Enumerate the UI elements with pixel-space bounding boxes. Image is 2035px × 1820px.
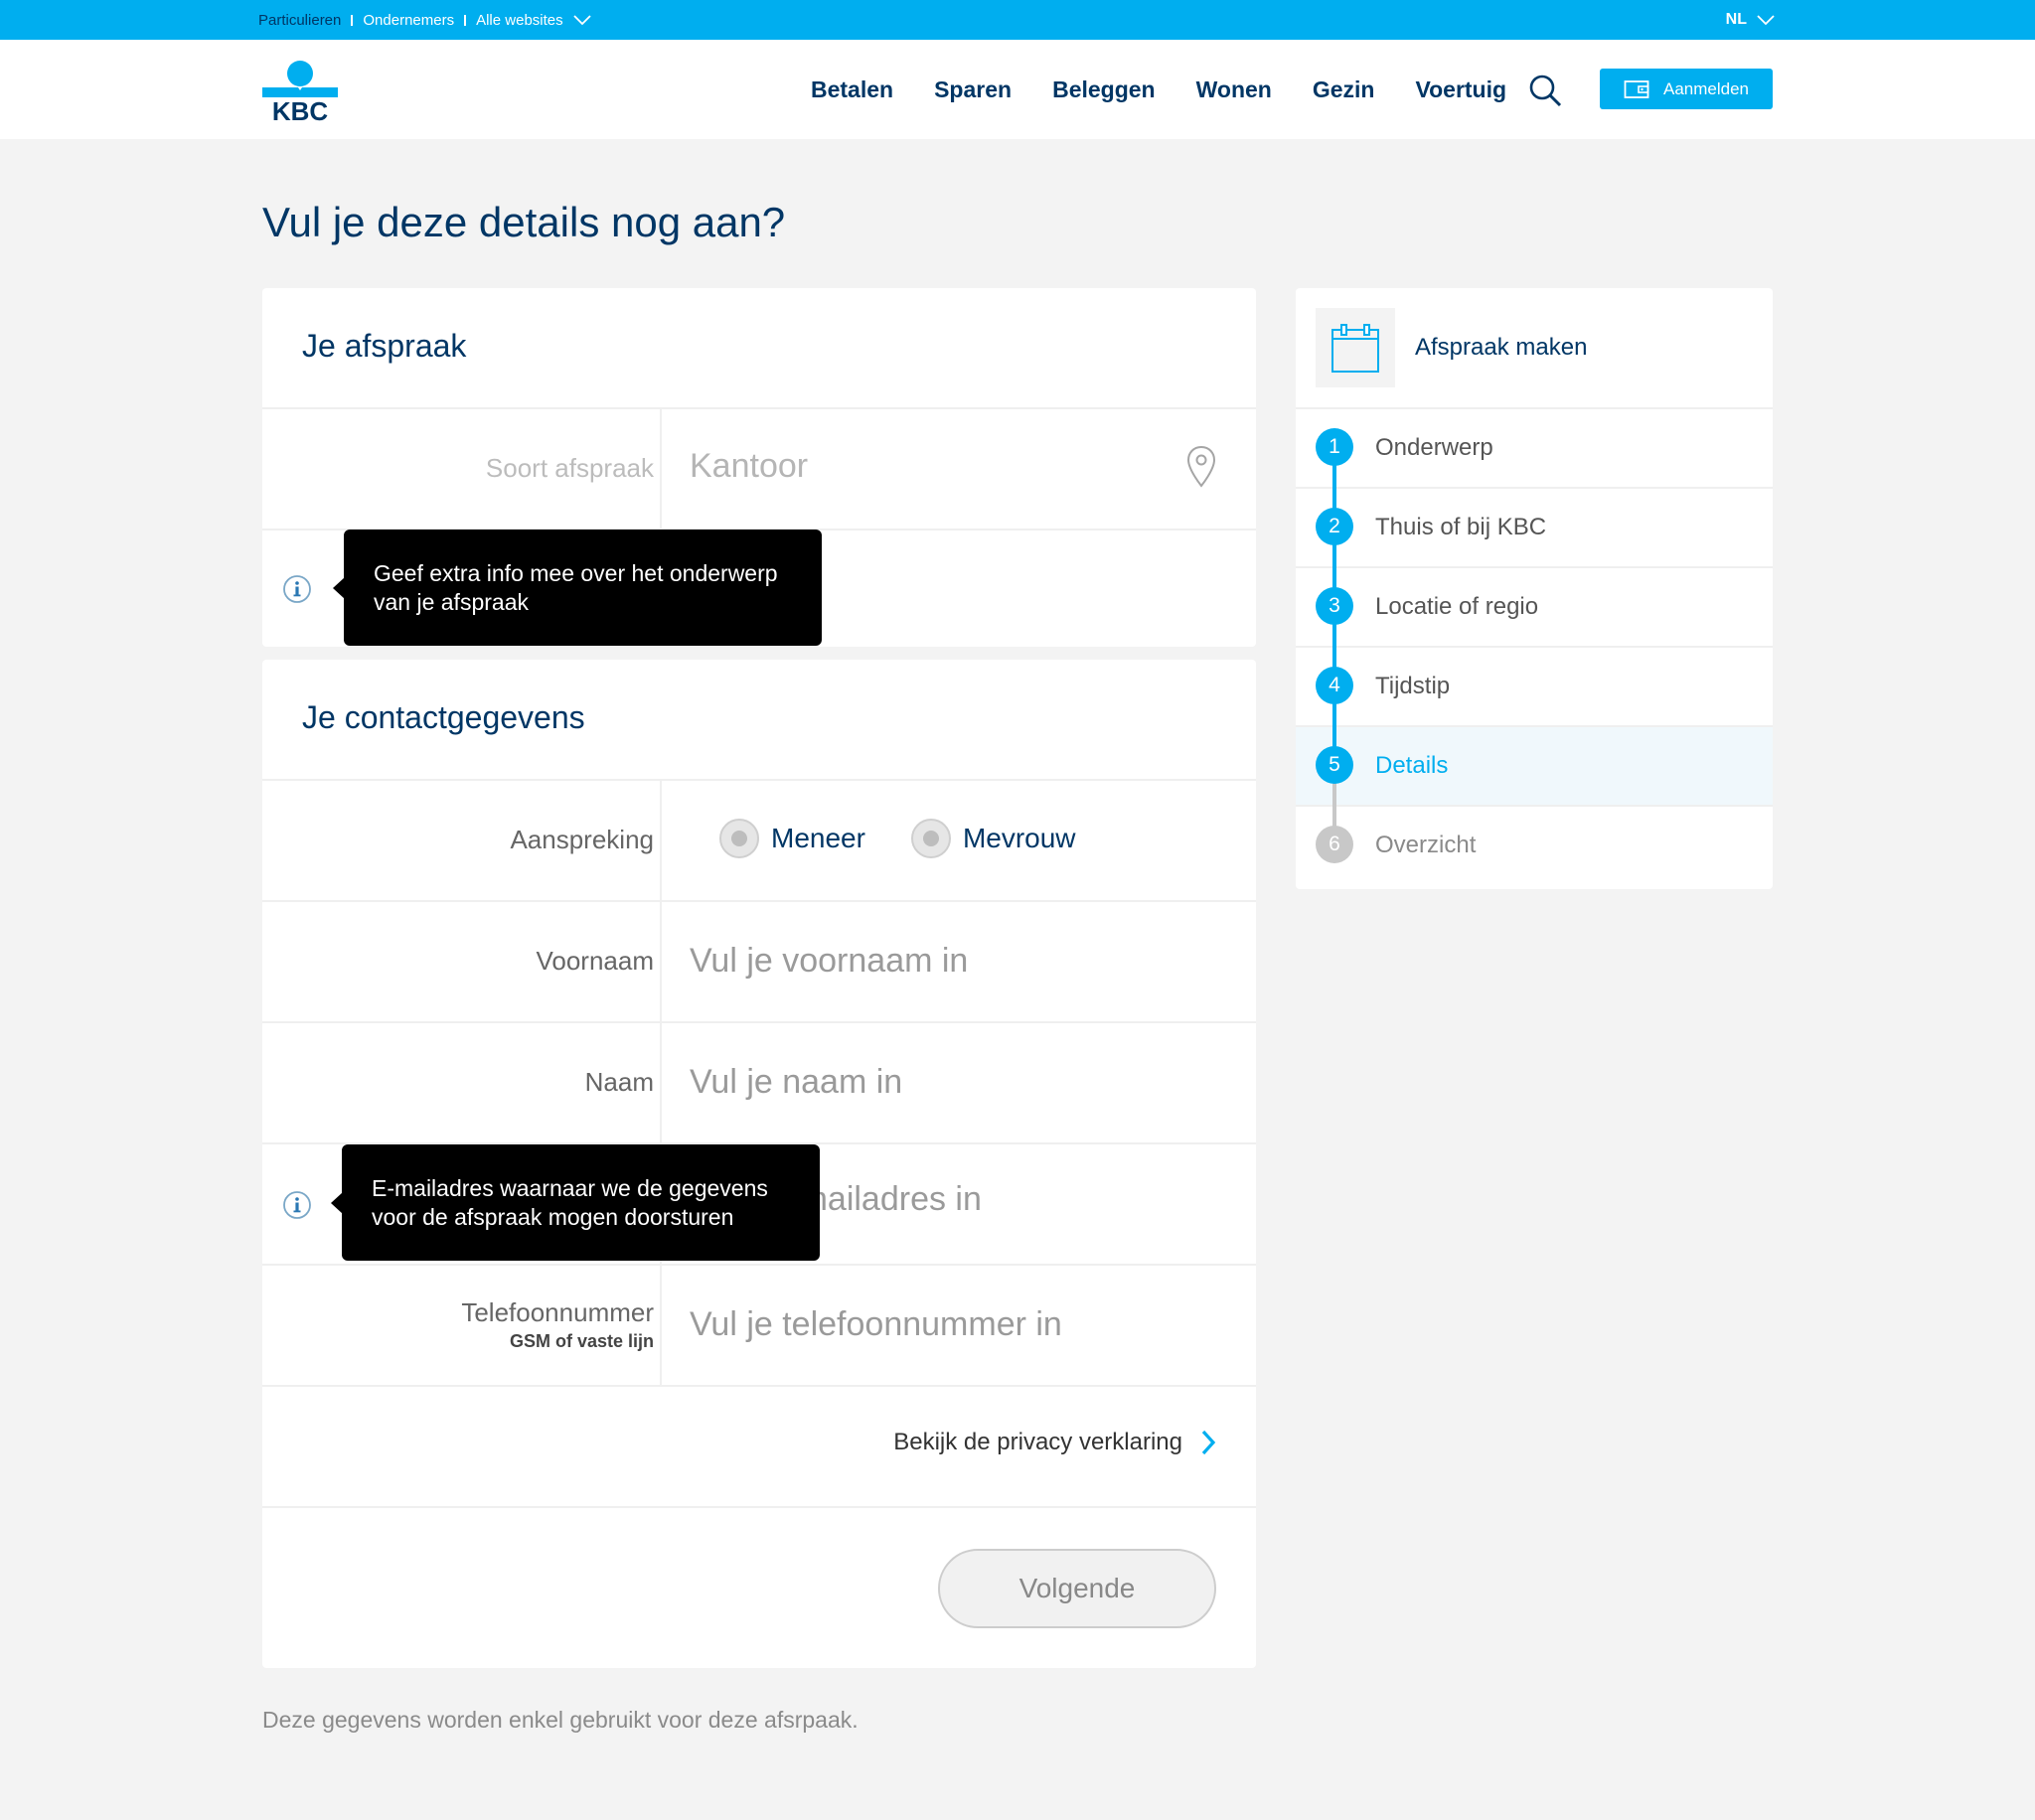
info-icon[interactable]: [282, 574, 312, 604]
email-input-placeholder[interactable]: nailadres in: [809, 1180, 1326, 1219]
location-pin-icon: [1186, 445, 1216, 488]
step-label: Onderwerp: [1375, 434, 1493, 461]
name-label: Naam: [584, 1067, 654, 1097]
steps-header: Afspraak maken: [1296, 288, 1773, 407]
nav-betalen[interactable]: Betalen: [811, 76, 893, 103]
divider: [262, 779, 1256, 781]
name-input[interactable]: [690, 1059, 1206, 1105]
step-number: 3: [1316, 587, 1353, 625]
audience-links: Particulieren Ondernemers Alle websites: [258, 0, 591, 40]
step-thuis-of-bij-kbc[interactable]: 2 Thuis of bij KBC: [1296, 487, 1773, 566]
step-onderwerp[interactable]: 1 Onderwerp: [1296, 407, 1773, 487]
calendar-icon: [1331, 324, 1379, 373]
radio-label: Meneer: [771, 823, 865, 853]
appointment-steps-panel: Afspraak maken 1 Onderwerp 2 Thuis of bi…: [1296, 288, 1773, 889]
main-header: KBC Betalen Sparen Beleggen Wonen Gezin …: [0, 40, 2035, 139]
page-title: Vul je deze details nog aan?: [262, 199, 786, 245]
step-label: Details: [1375, 752, 1449, 779]
nav-gezin[interactable]: Gezin: [1313, 76, 1375, 103]
step-number: 1: [1316, 428, 1353, 466]
privacy-footnote: Deze gegevens worden enkel gebruikt voor…: [262, 1707, 859, 1733]
salutation-label: Aanspreking: [510, 825, 654, 854]
next-button[interactable]: Volgende: [938, 1549, 1216, 1628]
divider: [262, 407, 1256, 409]
radio-button[interactable]: [910, 819, 951, 858]
step-label: Tijdstip: [1375, 673, 1451, 699]
step-label: Overzicht: [1375, 832, 1477, 858]
privacy-label: Bekijk de privacy verklaring: [893, 1429, 1182, 1455]
firstname-input[interactable]: [690, 938, 1206, 984]
link-particulieren[interactable]: Particulieren: [258, 12, 341, 29]
tooltip-line: E-mailadres waarnaar we de gegevens: [372, 1174, 768, 1201]
chevron-down-icon: [1757, 15, 1775, 26]
salutation-radio-group: Meneer Mevrouw: [719, 819, 1122, 858]
top-utility-bar: Particulieren Ondernemers Alle websites …: [0, 0, 2035, 40]
login-label: Aanmelden: [1662, 78, 1749, 98]
appointment-title: Je afspraak: [302, 328, 467, 364]
link-alle-websites[interactable]: Alle websites: [476, 12, 563, 29]
nav-wonen[interactable]: Wonen: [1196, 76, 1272, 103]
radio-button[interactable]: [719, 819, 759, 858]
separator: [351, 14, 354, 26]
step-locatie-of-regio[interactable]: 3 Locatie of regio: [1296, 566, 1773, 646]
divider: [262, 1506, 1256, 1508]
subject-info-tooltip: Geef extra info mee over het onderwerp v…: [333, 530, 822, 646]
step-overzicht: 6 Overzicht: [1296, 805, 1773, 884]
step-details[interactable]: 5 Details: [1296, 725, 1773, 805]
email-info-tooltip: E-mailadres waarnaar we de gegevens voor…: [331, 1144, 820, 1261]
divider: [262, 1021, 1256, 1023]
firstname-label: Voornaam: [536, 946, 654, 976]
step-number: 4: [1316, 667, 1353, 704]
tooltip-line: van je afspraak: [374, 588, 529, 615]
search-icon[interactable]: [1528, 74, 1562, 107]
language-selector[interactable]: NL: [1726, 0, 1775, 40]
divider: [660, 781, 662, 1387]
radio-label: Mevrouw: [962, 823, 1076, 853]
step-label: Locatie of regio: [1375, 593, 1539, 620]
login-button[interactable]: Aanmelden: [1600, 69, 1773, 109]
tooltip-line: Geef extra info mee over het onderwerp: [374, 559, 778, 586]
phone-sublabel: GSM of vaste lijn: [509, 1331, 654, 1351]
appointment-type-label: Soort afspraak: [485, 453, 654, 483]
info-icon[interactable]: [282, 1190, 312, 1220]
step-number: 5: [1316, 746, 1353, 784]
chevron-right-icon: [1201, 1430, 1216, 1455]
nav-beleggen[interactable]: Beleggen: [1052, 76, 1156, 103]
link-ondernemers[interactable]: Ondernemers: [363, 12, 454, 29]
language-label: NL: [1725, 11, 1747, 28]
steps-title: Afspraak maken: [1415, 334, 1588, 361]
divider: [262, 900, 1256, 902]
phone-input[interactable]: [690, 1301, 1206, 1347]
divider: [262, 1385, 1256, 1387]
contact-title: Je contactgegevens: [302, 699, 585, 735]
divider: [262, 1264, 1256, 1266]
contact-card: Je contactgegevens Aanspreking Meneer Me…: [262, 660, 1256, 1668]
tooltip-line: voor de afspraak mogen doorsturen: [372, 1203, 734, 1230]
calendar-icon-box: [1316, 308, 1395, 387]
nav-sparen[interactable]: Sparen: [934, 76, 1012, 103]
main-nav: Betalen Sparen Beleggen Wonen Gezin Voer…: [811, 40, 1547, 139]
radio-meneer[interactable]: Meneer: [719, 819, 865, 858]
step-number: 2: [1316, 508, 1353, 545]
nav-voertuig[interactable]: Voertuig: [1415, 76, 1506, 103]
privacy-link[interactable]: Bekijk de privacy verklaring: [893, 1429, 1216, 1456]
step-label: Thuis of bij KBC: [1375, 514, 1547, 540]
phone-label: Telefoonnummer: [461, 1297, 654, 1327]
appointment-type-value[interactable]: Kantoor: [690, 447, 1206, 486]
chevron-down-icon[interactable]: [573, 14, 591, 26]
kbc-logo[interactable]: KBC: [260, 60, 340, 121]
wallet-icon: [1624, 79, 1649, 98]
radio-mevrouw[interactable]: Mevrouw: [910, 819, 1076, 858]
step-number: 6: [1316, 826, 1353, 863]
step-tijdstip[interactable]: 4 Tijdstip: [1296, 646, 1773, 725]
appointment-card: Je afspraak Soort afspraak Kantoor Geef …: [262, 288, 1256, 647]
steps-list: 1 Onderwerp 2 Thuis of bij KBC 3 Locatie…: [1296, 407, 1773, 884]
logo-text: KBC: [272, 96, 329, 121]
separator: [464, 14, 467, 26]
divider: [660, 409, 662, 529]
